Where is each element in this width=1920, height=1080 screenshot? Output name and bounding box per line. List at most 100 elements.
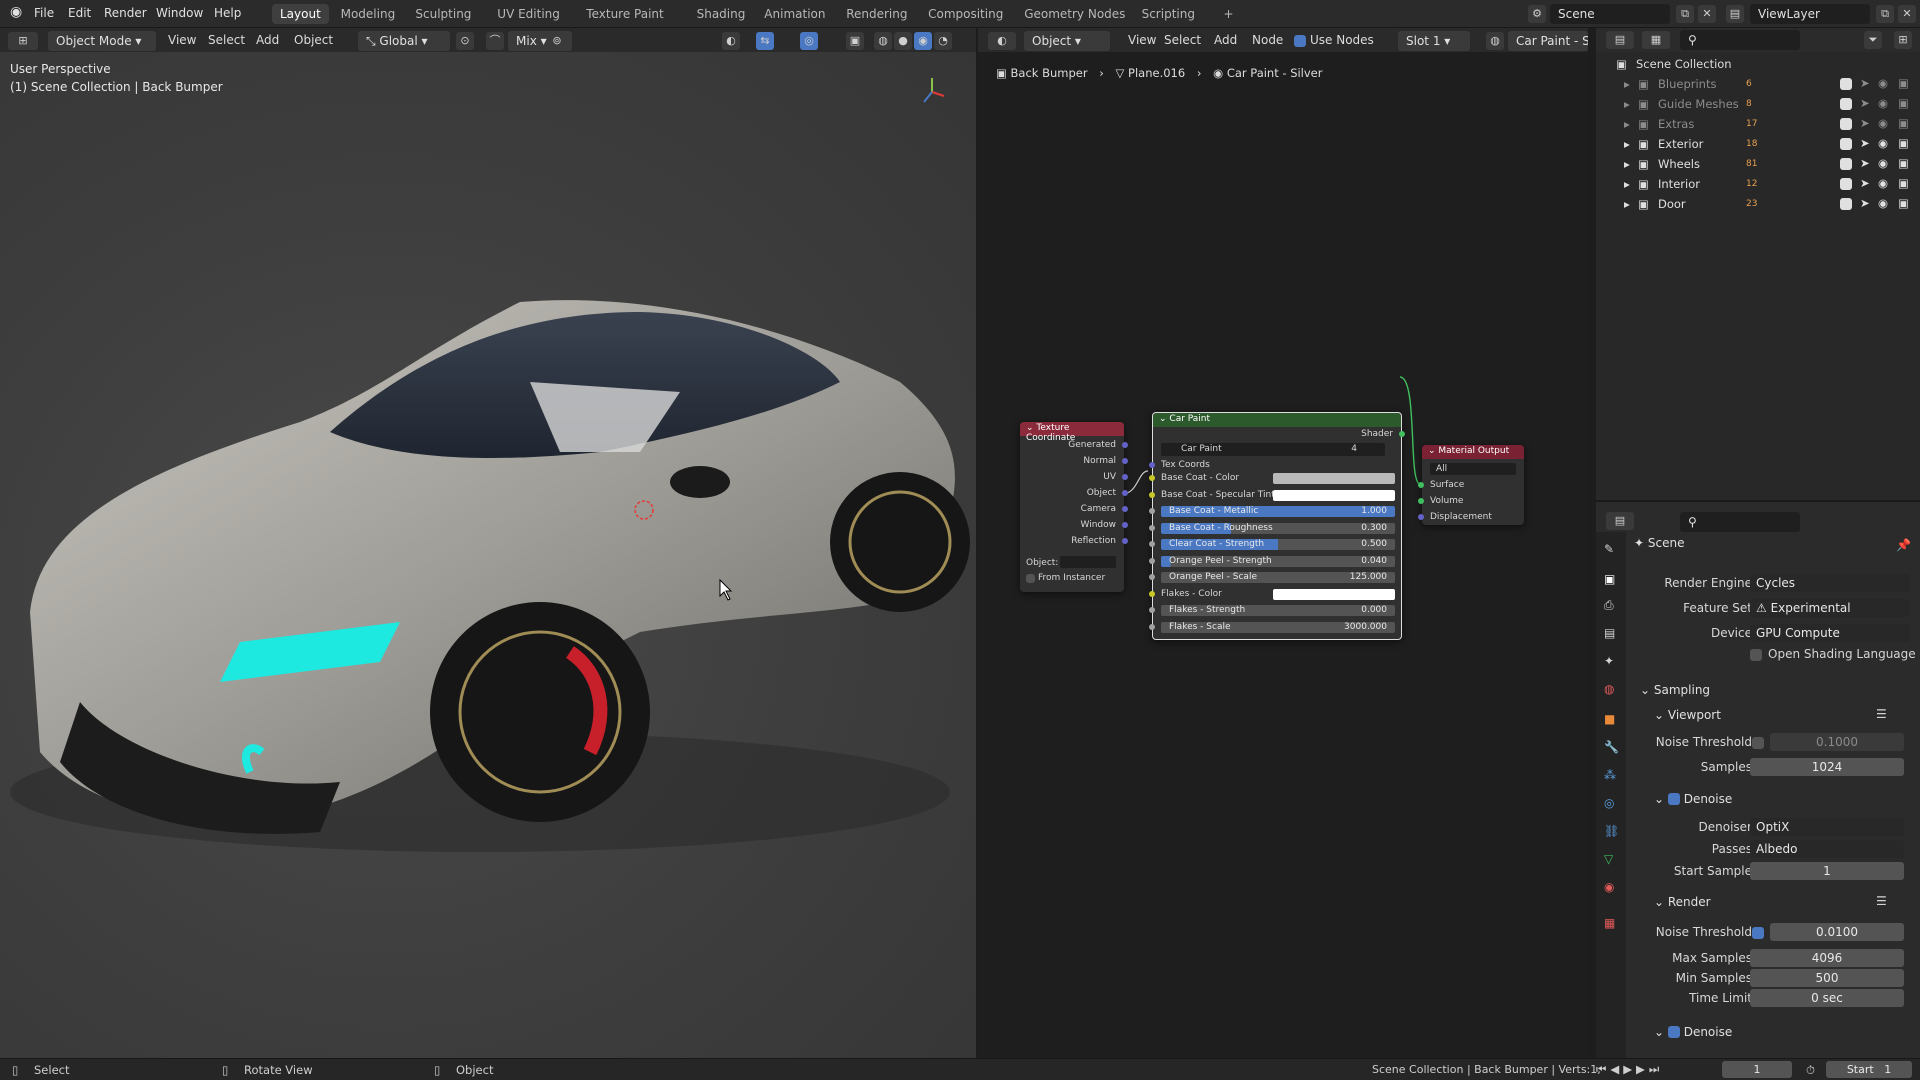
carpaint-value-slider[interactable]: Clear Coat - Strength 0.500 [1161, 539, 1395, 550]
workspace-tab[interactable]: + [1216, 4, 1242, 24]
node-texture-coordinate[interactable]: ⌄ Texture Coordinate Generated Normal UV Ob… [1020, 422, 1128, 592]
eye-icon[interactable]: ◉ [1878, 176, 1888, 190]
expand-arrow-icon[interactable]: ▸ [1624, 117, 1630, 131]
node-editor[interactable]: ▣ Back Bumper › ▽ Plane.016 › ◉ Car Pain… [978, 52, 1588, 1058]
workspace-tab[interactable]: Layout [272, 4, 329, 24]
render-tab-icon[interactable]: ▣ [1604, 572, 1615, 586]
node-editor-type-icon[interactable]: ◐ [988, 32, 1016, 50]
texcoords-socket[interactable] [1149, 462, 1155, 468]
presets-list-icon[interactable]: ☰ [1876, 707, 1887, 721]
eye-icon[interactable]: ◉ [1878, 136, 1888, 150]
xray-icon[interactable]: ▣ [846, 32, 864, 50]
matout-input-socket[interactable] [1418, 498, 1424, 504]
physics-tab-icon[interactable]: ◎ [1604, 796, 1614, 810]
carpaint-input-socket[interactable] [1149, 557, 1155, 564]
carpaint-value-slider[interactable]: Flakes - Scale 3000.000 [1161, 621, 1395, 633]
editor-type-icon[interactable]: ⊞ [8, 32, 38, 50]
particles-tab-icon[interactable]: ⁂ [1604, 768, 1616, 782]
camera-icon[interactable]: ▣ [1898, 196, 1909, 210]
start-sample-field[interactable]: 1 [1750, 862, 1904, 880]
outliner-search-input[interactable]: ⚲ [1680, 30, 1800, 50]
expand-arrow-icon[interactable]: ▸ [1624, 157, 1630, 171]
carpaint-value-slider[interactable]: Flakes - Strength 0.000 [1161, 605, 1395, 616]
viewlayer-selector[interactable]: ViewLayer [1750, 4, 1870, 24]
node-menu-select[interactable]: Select [1164, 33, 1201, 47]
workspace-tab[interactable]: Modeling [333, 4, 404, 24]
camera-icon[interactable]: ▣ [1898, 96, 1909, 110]
eye-icon[interactable]: ◉ [1878, 196, 1888, 210]
outliner-collection-row[interactable]: ▸ ▣ Guide Meshes 8 ➤ ◉ ▣ [1596, 94, 1920, 114]
menu-edit[interactable]: Edit [68, 6, 91, 20]
from-instancer-checkbox[interactable] [1026, 574, 1035, 583]
matout-input-socket[interactable] [1418, 482, 1424, 488]
data-tab-icon[interactable]: ▽ [1604, 852, 1613, 866]
viewport-subpanel-header[interactable]: ⌄ Viewport [1654, 708, 1721, 722]
menu-window[interactable]: Window [156, 6, 203, 20]
r-denoise-subpanel-header[interactable]: ⌄ Denoise [1654, 1024, 1732, 1038]
eye-icon[interactable]: ◉ [1878, 76, 1888, 90]
viewport-menu-object[interactable]: Object [294, 33, 333, 47]
expand-arrow-icon[interactable]: ▸ [1624, 77, 1630, 91]
object-tab-icon[interactable]: ■ [1604, 712, 1615, 726]
menu-file[interactable]: File [34, 6, 54, 20]
node-material-output[interactable]: ⌄ Material Output All Surface Volume Displ… [1418, 445, 1524, 525]
exclude-checkbox[interactable] [1840, 78, 1852, 90]
osl-checkbox[interactable] [1750, 649, 1762, 661]
node-menu-view[interactable]: View [1128, 33, 1156, 47]
wireframe-shading-icon[interactable]: ◍ [874, 32, 892, 50]
pivot-icon[interactable]: ⊙ [456, 32, 474, 50]
exclude-checkbox[interactable] [1840, 198, 1852, 210]
camera-icon[interactable]: ▣ [1898, 116, 1909, 130]
gizmo-icon[interactable]: ⇆ [756, 32, 774, 50]
solid-shading-icon[interactable]: ● [894, 32, 912, 50]
delete-scene-icon[interactable]: ✕ [1698, 5, 1716, 23]
viewport-menu-view[interactable]: View [168, 33, 196, 47]
carpaint-value-slider[interactable]: Orange Peel - Strength 0.040 [1161, 555, 1395, 567]
filter-icon[interactable]: ⏷ [1864, 31, 1882, 49]
tool-tab-icon[interactable]: ✎ [1604, 542, 1614, 556]
outliner-collection-row[interactable]: ▸ ▣ Exterior 18 ➤ ◉ ▣ [1596, 134, 1920, 154]
matout-input-socket[interactable] [1418, 514, 1424, 520]
render-presets-list-icon[interactable]: ☰ [1876, 894, 1887, 908]
material-shading-icon[interactable]: ◉ [914, 32, 932, 50]
menu-render[interactable]: Render [104, 6, 147, 20]
expand-arrow-icon[interactable]: ▸ [1624, 137, 1630, 151]
feature-set-dropdown[interactable]: ⚠ Experimental [1750, 599, 1910, 617]
passes-dropdown[interactable]: Albedo [1750, 840, 1904, 858]
texcoord-output-socket[interactable] [1122, 506, 1128, 512]
output-tab-icon[interactable]: ⎙ [1604, 598, 1614, 613]
outliner-type-icon[interactable]: ▤ [1606, 31, 1634, 49]
exclude-checkbox[interactable] [1840, 178, 1852, 190]
min-samples-field[interactable]: 500 [1750, 969, 1904, 987]
workspace-tab[interactable]: Sculpting [407, 4, 479, 24]
workspace-tab[interactable]: Scripting [1134, 4, 1203, 24]
workspace-tab[interactable]: Animation [756, 4, 833, 24]
carpaint-input-socket[interactable] [1149, 590, 1155, 597]
use-nodes-checkbox[interactable] [1294, 35, 1306, 47]
proportional-icon[interactable]: ⊚ [548, 32, 566, 50]
eye-icon[interactable]: ◉ [1878, 116, 1888, 130]
vp-samples-field[interactable]: 1024 [1750, 758, 1904, 776]
texcoord-output-socket[interactable] [1122, 522, 1128, 528]
viewport-menu-select[interactable]: Select [208, 33, 245, 47]
viewlayer-icon[interactable]: ▤ [1726, 5, 1744, 23]
rendered-shading-icon[interactable]: ◔ [934, 32, 952, 50]
texcoord-header[interactable]: ⌄ Texture Coordinate [1020, 422, 1124, 443]
carpaint-input-socket[interactable] [1149, 508, 1155, 514]
carpaint-header[interactable]: ⌄ Car Paint [1153, 413, 1401, 427]
node-menu-add[interactable]: Add [1214, 33, 1237, 47]
texcoord-output-socket[interactable] [1122, 538, 1128, 544]
carpaint-input-socket[interactable] [1149, 491, 1155, 498]
3d-viewport[interactable]: User Perspective (1) Scene Collection | … [0, 52, 976, 1058]
properties-type-icon[interactable]: ▤ [1606, 512, 1634, 530]
pin-icon[interactable]: 📌 [1896, 538, 1911, 552]
material-tab-icon[interactable]: ◉ [1604, 880, 1614, 894]
carpaint-value-slider[interactable]: Base Coat - Metallic 1.000 [1161, 506, 1395, 517]
shader-output-socket[interactable] [1399, 431, 1405, 437]
select-arrow-icon[interactable]: ➤ [1860, 76, 1870, 90]
snap-icon[interactable]: ⌒ [486, 32, 504, 50]
select-arrow-icon[interactable]: ➤ [1860, 116, 1870, 130]
select-arrow-icon[interactable]: ➤ [1860, 196, 1870, 210]
delete-viewlayer-icon[interactable]: ✕ [1898, 5, 1916, 23]
scene-icon[interactable]: ⚙ [1528, 5, 1546, 23]
